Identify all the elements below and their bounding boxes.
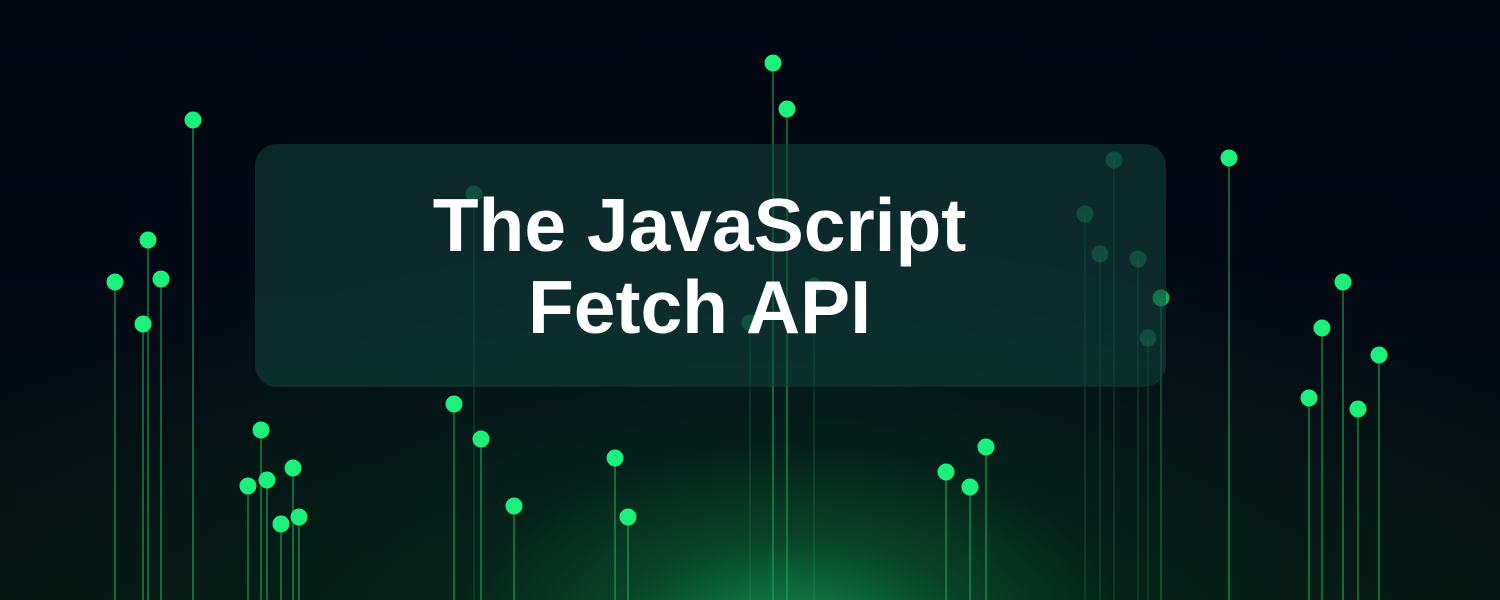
node-dot	[961, 478, 979, 496]
node-dot	[472, 430, 490, 448]
page-title: The JavaScript Fetch API	[432, 182, 967, 349]
node-dot	[152, 270, 170, 288]
node-dot	[106, 273, 124, 291]
node-dot	[1349, 400, 1367, 418]
node-dot	[977, 438, 995, 456]
title-card: The JavaScript Fetch API	[255, 144, 1166, 387]
node-dot	[1370, 346, 1388, 364]
node-dot	[134, 315, 152, 333]
node-dot	[139, 231, 157, 249]
node-dot	[445, 395, 463, 413]
node-dot	[1334, 273, 1352, 291]
node-dot	[778, 100, 796, 118]
node-dot	[252, 421, 270, 439]
node-dot	[258, 471, 276, 489]
node-dot	[184, 111, 202, 129]
hero-banner: The JavaScript Fetch API	[0, 0, 1500, 600]
node-dot	[284, 459, 302, 477]
node-dot	[764, 54, 782, 72]
node-dot	[1313, 319, 1331, 337]
node-dot	[290, 508, 308, 526]
node-dot	[1300, 389, 1318, 407]
node-dot	[1220, 149, 1238, 167]
node-dot	[272, 515, 290, 533]
node-dot	[239, 477, 257, 495]
node-dot	[606, 449, 624, 467]
node-dot	[619, 508, 637, 526]
node-dot	[937, 463, 955, 481]
node-dot	[505, 497, 523, 515]
